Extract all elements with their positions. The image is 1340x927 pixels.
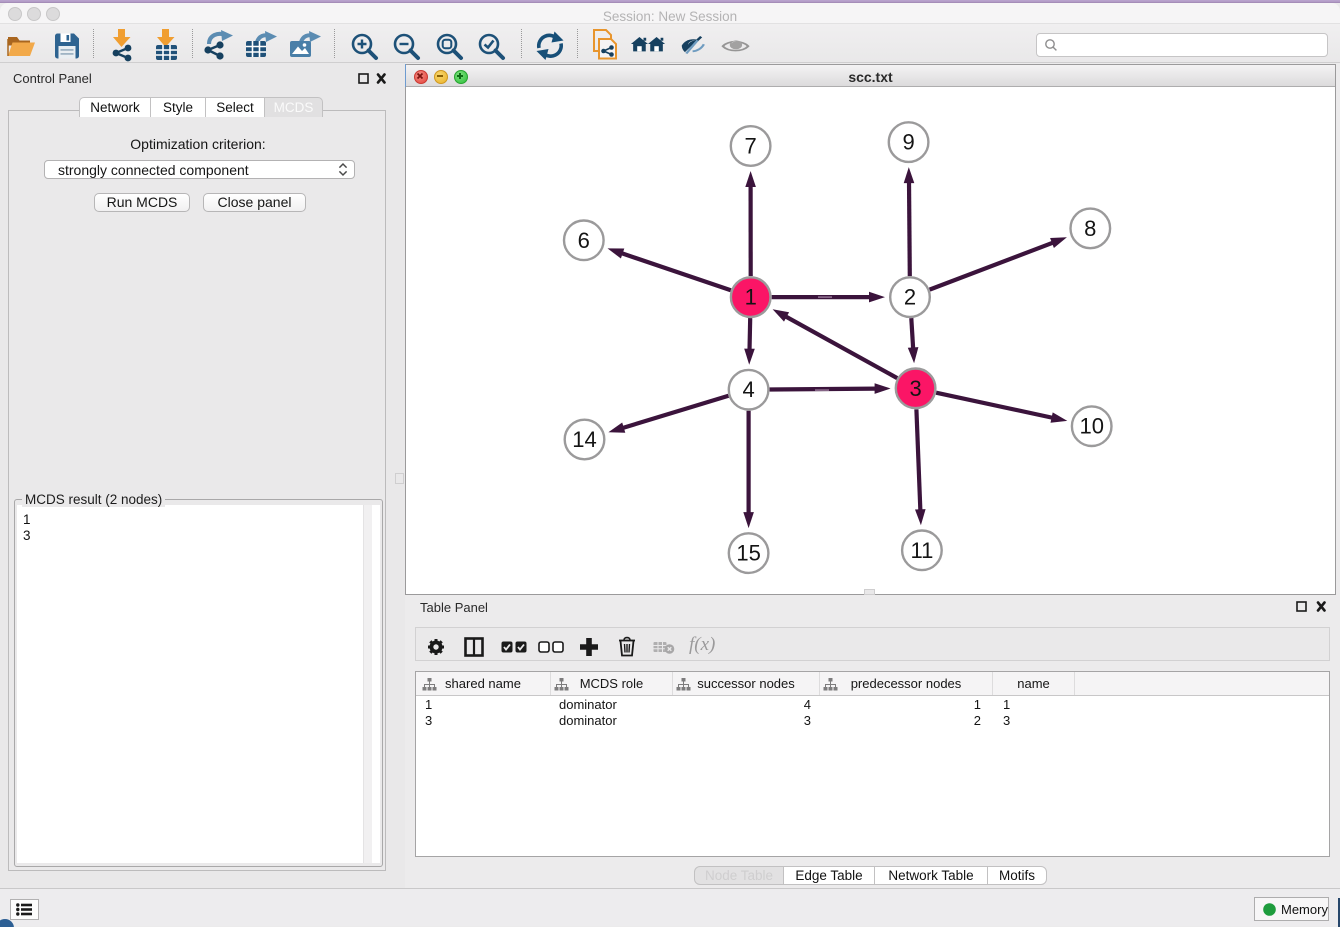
svg-text:7: 7 (744, 134, 756, 159)
svg-text:9: 9 (902, 130, 914, 155)
svg-text:6: 6 (578, 228, 590, 253)
svg-text:3: 3 (909, 376, 921, 401)
svg-text:14: 14 (572, 427, 596, 452)
svg-text:8: 8 (1084, 216, 1096, 241)
svg-text:4: 4 (742, 377, 754, 402)
svg-text:1: 1 (745, 285, 757, 310)
svg-text:15: 15 (736, 541, 760, 566)
svg-text:2: 2 (904, 285, 916, 310)
svg-text:11: 11 (910, 538, 933, 563)
svg-text:10: 10 (1079, 414, 1103, 439)
